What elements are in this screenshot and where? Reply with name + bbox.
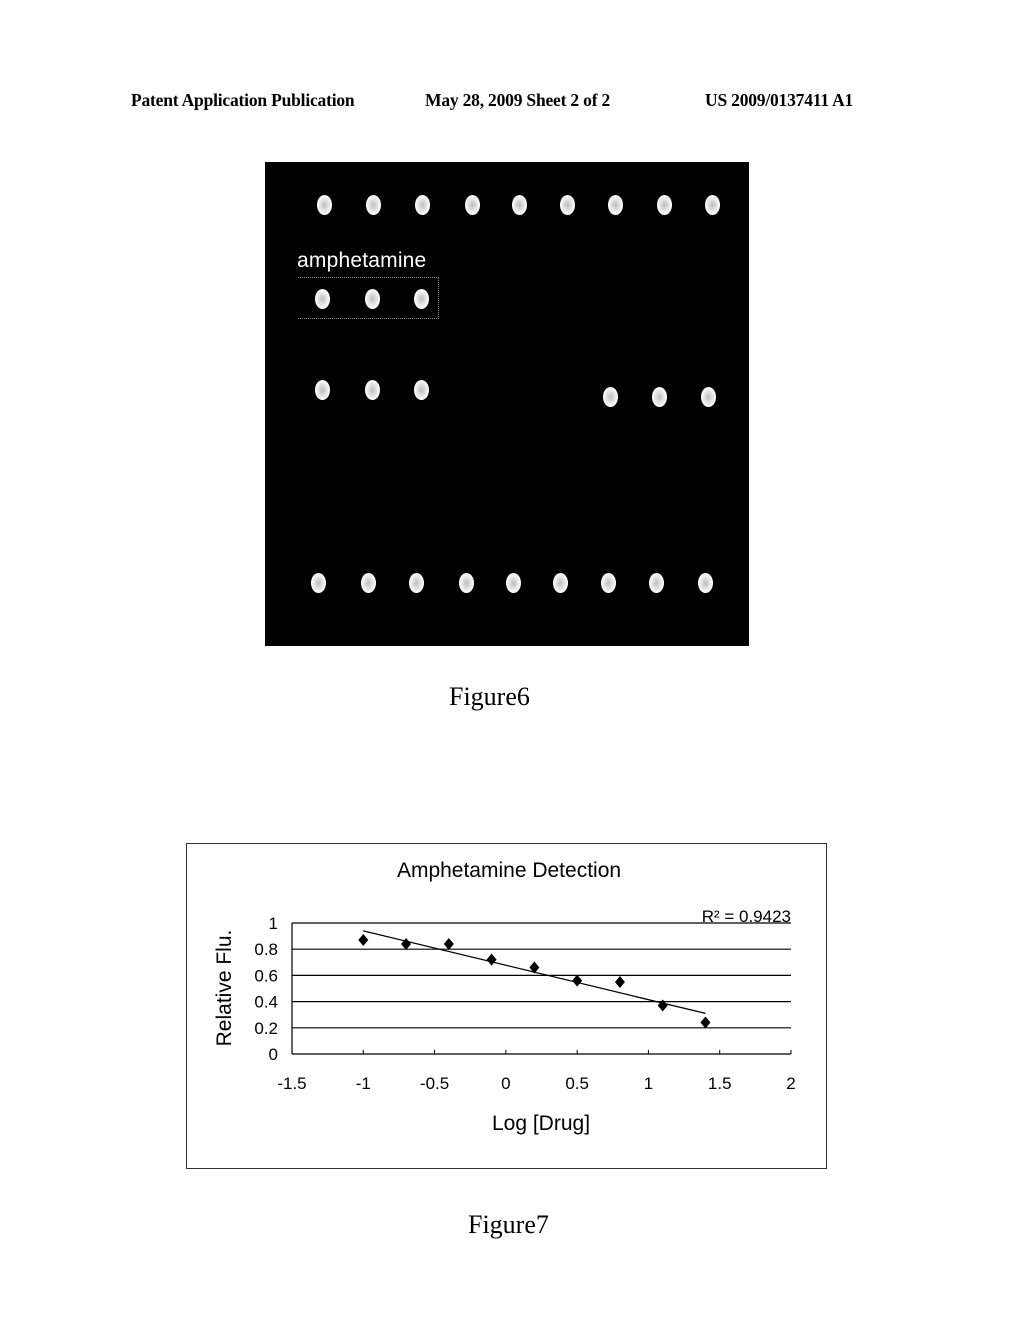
y-axis-label: Relative Flu.: [213, 930, 236, 1047]
figure7-caption: Figure7: [468, 1210, 549, 1239]
data-point-diamond: [700, 1016, 711, 1029]
array-spot: [317, 195, 332, 215]
y-tick-label: 0.6: [254, 966, 278, 985]
figure6-microarray-image: amphetamine: [265, 162, 749, 646]
array-spot: [553, 573, 568, 593]
array-spot: [365, 380, 380, 400]
array-spot: [705, 195, 720, 215]
data-points: [358, 934, 711, 1029]
figure6-caption: Figure6: [449, 682, 530, 711]
y-tick-label: 0.2: [254, 1019, 278, 1038]
x-tick-label: 0.5: [565, 1074, 589, 1093]
x-tick-label: 0: [501, 1074, 510, 1093]
array-spot: [652, 387, 667, 407]
array-spot: [465, 195, 480, 215]
chart-title: Amphetamine Detection: [397, 859, 621, 882]
array-spot: [601, 573, 616, 593]
x-tick-label: 2: [786, 1074, 795, 1093]
figure7-chart: Amphetamine Detection R² = 0.9423 -1.5 -1…: [186, 843, 827, 1169]
array-spot: [506, 573, 521, 593]
array-spot: [459, 573, 474, 593]
array-spot: [414, 289, 429, 309]
array-spot: [608, 195, 623, 215]
array-spot: [315, 289, 330, 309]
y-tick-labels: 0 0.2 0.4 0.6 0.8 1: [254, 914, 278, 1064]
data-point-diamond: [572, 974, 583, 987]
y-tick-label: 1: [269, 914, 278, 933]
array-spot: [415, 195, 430, 215]
data-point-diamond: [486, 953, 497, 966]
x-tick-label: -0.5: [420, 1074, 449, 1093]
array-spot: [365, 289, 380, 309]
chart-svg: Amphetamine Detection R² = 0.9423 -1.5 -1…: [213, 859, 796, 1135]
x-tick-label: -1: [356, 1074, 371, 1093]
data-point-diamond: [358, 934, 369, 947]
array-spot: [649, 573, 664, 593]
data-point-diamond: [614, 975, 625, 988]
array-spot: [414, 380, 429, 400]
array-spot: [512, 195, 527, 215]
patent-number: US 2009/0137411 A1: [705, 90, 854, 110]
array-spot: [701, 387, 716, 407]
array-spot: [560, 195, 575, 215]
x-tick-labels: -1.5 -1 -0.5 0 0.5 1 1.5 2: [277, 1074, 795, 1093]
array-spot: [361, 573, 376, 593]
array-spot: [315, 380, 330, 400]
array-spot: [698, 573, 713, 593]
publication-type: Patent Application Publication: [131, 90, 355, 110]
array-spot: [311, 573, 326, 593]
x-tick-label: 1.5: [708, 1074, 732, 1093]
array-spot: [603, 387, 618, 407]
date-sheet: May 28, 2009 Sheet 2 of 2: [425, 90, 611, 110]
x-axis-label: Log [Drug]: [492, 1112, 590, 1135]
axes: [291, 923, 792, 1055]
array-spot: [366, 195, 381, 215]
y-tick-label: 0.4: [254, 993, 278, 1012]
y-tick-label: 0.8: [254, 940, 278, 959]
y-tick-label: 0: [269, 1045, 278, 1064]
array-spot: [409, 573, 424, 593]
x-tick-label: -1.5: [277, 1074, 306, 1093]
data-point-diamond: [443, 937, 454, 950]
array-spot: [657, 195, 672, 215]
x-tick-label: 1: [644, 1074, 653, 1093]
amphetamine-label: amphetamine: [297, 249, 427, 272]
